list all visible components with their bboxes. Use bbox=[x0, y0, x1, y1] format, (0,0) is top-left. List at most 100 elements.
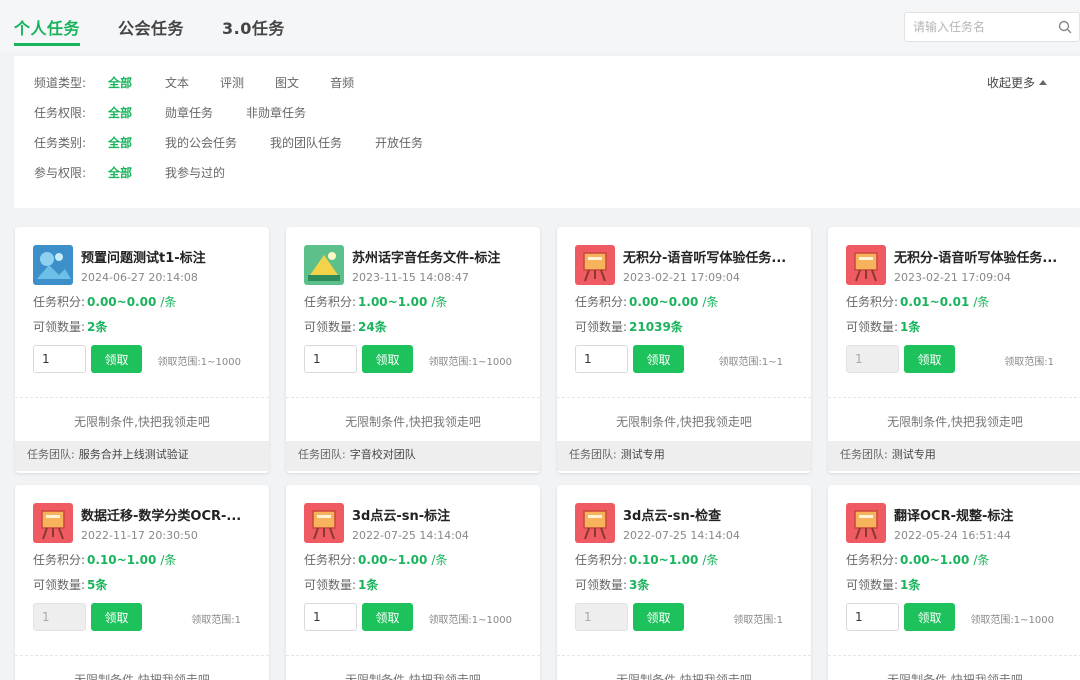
claim-range: 领取范围:1~1000 bbox=[970, 615, 1054, 626]
claim-button[interactable]: 领取 bbox=[91, 345, 142, 373]
landscape-icon bbox=[304, 245, 344, 285]
filter-option-all[interactable]: 全部 bbox=[108, 134, 132, 151]
claim-button[interactable]: 领取 bbox=[904, 345, 955, 373]
filter-option-all[interactable]: 全部 bbox=[108, 164, 132, 181]
claim-quantity-input[interactable] bbox=[846, 345, 899, 373]
task-card[interactable]: 预置问题测试t1-标注 2024-06-27 20:14:08 任务积分: 0.0… bbox=[15, 227, 269, 473]
filter-option-review[interactable]: 评测 bbox=[220, 74, 244, 91]
team-label: 任务团队: bbox=[569, 448, 617, 461]
claim-button[interactable]: 领取 bbox=[362, 345, 413, 373]
claim-button[interactable]: 领取 bbox=[91, 603, 142, 631]
tab-personal-tasks[interactable]: 个人任务 bbox=[14, 18, 81, 46]
filter-option-open-tasks[interactable]: 开放任务 bbox=[375, 134, 423, 151]
points-value: 0.10~1.00 bbox=[629, 553, 699, 567]
claim-quantity-input[interactable] bbox=[304, 345, 357, 373]
task-title[interactable]: 无积分-语音听写体验任务... bbox=[623, 247, 803, 266]
quantity-value: 1条 bbox=[900, 578, 921, 592]
points-label: 任务积分: bbox=[846, 295, 899, 309]
points-value: 0.00~1.00 bbox=[900, 553, 970, 567]
team-value: 测试专用 bbox=[891, 448, 936, 461]
collapse-more-toggle[interactable]: 收起更多 bbox=[987, 74, 1048, 91]
easel-icon bbox=[575, 503, 615, 543]
card-divider bbox=[286, 655, 540, 656]
task-quantity: 可领数量: 1条 bbox=[304, 576, 378, 593]
filter-option-text[interactable]: 文本 bbox=[165, 74, 189, 91]
task-title[interactable]: 苏州话字音任务文件-标注 bbox=[352, 247, 532, 266]
claim-range: 领取范围:1~1 bbox=[718, 357, 783, 368]
task-title[interactable]: 3d点云-sn-检查 bbox=[623, 505, 803, 524]
team-label: 任务团队: bbox=[27, 448, 75, 461]
claim-button[interactable]: 领取 bbox=[633, 603, 684, 631]
filter-option-all[interactable]: 全部 bbox=[108, 74, 132, 91]
team-value: 服务合并上线测试验证 bbox=[78, 448, 189, 461]
task-card[interactable]: 数据迁移-数学分类OCR-... 2022-11-17 20:30:50 任务积… bbox=[15, 485, 269, 680]
claim-button[interactable]: 领取 bbox=[362, 603, 413, 631]
task-card[interactable]: 翻译OCR-规整-标注 2022-05-24 16:51:44 任务积分: 0.0… bbox=[828, 485, 1080, 680]
quantity-value: 3条 bbox=[629, 578, 650, 592]
task-team: 任务团队: 服务合并上线测试验证 bbox=[15, 441, 269, 471]
filter-option-image-text[interactable]: 图文 bbox=[275, 74, 299, 91]
top-bar: 个人任务 公会任务 3.0任务 bbox=[0, 0, 1080, 52]
claim-quantity-input[interactable] bbox=[304, 603, 357, 631]
task-card[interactable]: 苏州话字音任务文件-标注 2023-11-15 14:08:47 任务积分: 1.… bbox=[286, 227, 540, 473]
task-quantity: 可领数量: 3条 bbox=[575, 576, 649, 593]
team-value: 测试专用 bbox=[620, 448, 665, 461]
filter-option-medal-tasks[interactable]: 勋章任务 bbox=[165, 104, 213, 121]
task-points: 任务积分: 0.00~0.00/条 bbox=[575, 293, 718, 310]
points-unit: /条 bbox=[160, 553, 177, 567]
points-unit: /条 bbox=[973, 295, 990, 309]
claim-quantity-input[interactable] bbox=[33, 345, 86, 373]
task-title[interactable]: 翻译OCR-规整-标注 bbox=[894, 505, 1074, 524]
tab-guild-tasks[interactable]: 公会任务 bbox=[118, 18, 184, 46]
filter-option-all[interactable]: 全部 bbox=[108, 104, 132, 121]
card-divider bbox=[828, 397, 1080, 398]
team-label: 任务团队: bbox=[840, 448, 888, 461]
claim-range: 领取范围:1~1000 bbox=[428, 357, 512, 368]
task-card[interactable]: 无积分-语音听写体验任务... 2023-02-21 17:09:04 任务积分… bbox=[828, 227, 1080, 473]
tab-bar: 个人任务 公会任务 3.0任务 bbox=[14, 18, 285, 46]
claim-quantity-input[interactable] bbox=[575, 345, 628, 373]
filter-label: 频道类型: bbox=[34, 76, 87, 90]
task-card[interactable]: 3d点云-sn-检查 2022-07-25 14:14:04 任务积分: 0.10… bbox=[557, 485, 811, 680]
task-card[interactable]: 3d点云-sn-标注 2022-07-25 14:14:04 任务积分: 0.00… bbox=[286, 485, 540, 680]
points-value: 0.00~0.00 bbox=[87, 295, 157, 309]
claim-quantity-input[interactable] bbox=[33, 603, 86, 631]
task-quantity: 可领数量: 21039条 bbox=[575, 318, 683, 335]
task-card[interactable]: 无积分-语音听写体验任务... 2023-02-21 17:09:04 任务积分… bbox=[557, 227, 811, 473]
task-points: 任务积分: 0.10~1.00/条 bbox=[33, 551, 176, 568]
filter-option-my-guild-tasks[interactable]: 我的公会任务 bbox=[165, 134, 237, 151]
points-unit: /条 bbox=[973, 553, 990, 567]
claim-condition: 无限制条件,快把我领走吧 bbox=[887, 415, 1023, 429]
card-divider bbox=[286, 397, 540, 398]
search-icon[interactable] bbox=[1057, 19, 1073, 35]
points-label: 任务积分: bbox=[575, 295, 628, 309]
tab-3-0-tasks[interactable]: 3.0任务 bbox=[222, 18, 285, 46]
claim-button[interactable]: 领取 bbox=[904, 603, 955, 631]
filter-option-participated[interactable]: 我参与过的 bbox=[165, 164, 225, 181]
claim-quantity-input[interactable] bbox=[575, 603, 628, 631]
claim-range: 领取范围:1 bbox=[191, 615, 241, 626]
task-title[interactable]: 3d点云-sn-标注 bbox=[352, 505, 532, 524]
points-value: 0.10~1.00 bbox=[87, 553, 157, 567]
points-value: 0.00~0.00 bbox=[629, 295, 699, 309]
task-title[interactable]: 数据迁移-数学分类OCR-... bbox=[81, 505, 261, 524]
caret-up-icon bbox=[1039, 80, 1048, 85]
card-divider bbox=[557, 655, 811, 656]
quantity-value: 24条 bbox=[358, 320, 387, 334]
task-title[interactable]: 无积分-语音听写体验任务... bbox=[894, 247, 1074, 266]
easel-icon bbox=[33, 503, 73, 543]
task-team: 任务团队: 字音校对团队 bbox=[286, 441, 540, 471]
filter-panel: 频道类型: 全部 文本 评测 图文 音频 任务权限: 全部 勋章任务 非勋章任务… bbox=[14, 56, 1080, 208]
task-points: 任务积分: 0.00~0.00/条 bbox=[33, 293, 176, 310]
filter-row-channel-type: 频道类型: 全部 文本 评测 图文 音频 bbox=[34, 74, 354, 91]
filter-option-my-team-tasks[interactable]: 我的团队任务 bbox=[270, 134, 342, 151]
task-title[interactable]: 预置问题测试t1-标注 bbox=[81, 247, 261, 266]
filter-option-audio[interactable]: 音频 bbox=[330, 74, 354, 91]
photo-icon bbox=[33, 245, 73, 285]
claim-button[interactable]: 领取 bbox=[633, 345, 684, 373]
search-input[interactable] bbox=[905, 13, 1045, 41]
quantity-label: 可领数量: bbox=[575, 320, 628, 334]
claim-quantity-input[interactable] bbox=[846, 603, 899, 631]
filter-option-non-medal-tasks[interactable]: 非勋章任务 bbox=[246, 104, 306, 121]
team-label: 任务团队: bbox=[298, 448, 346, 461]
